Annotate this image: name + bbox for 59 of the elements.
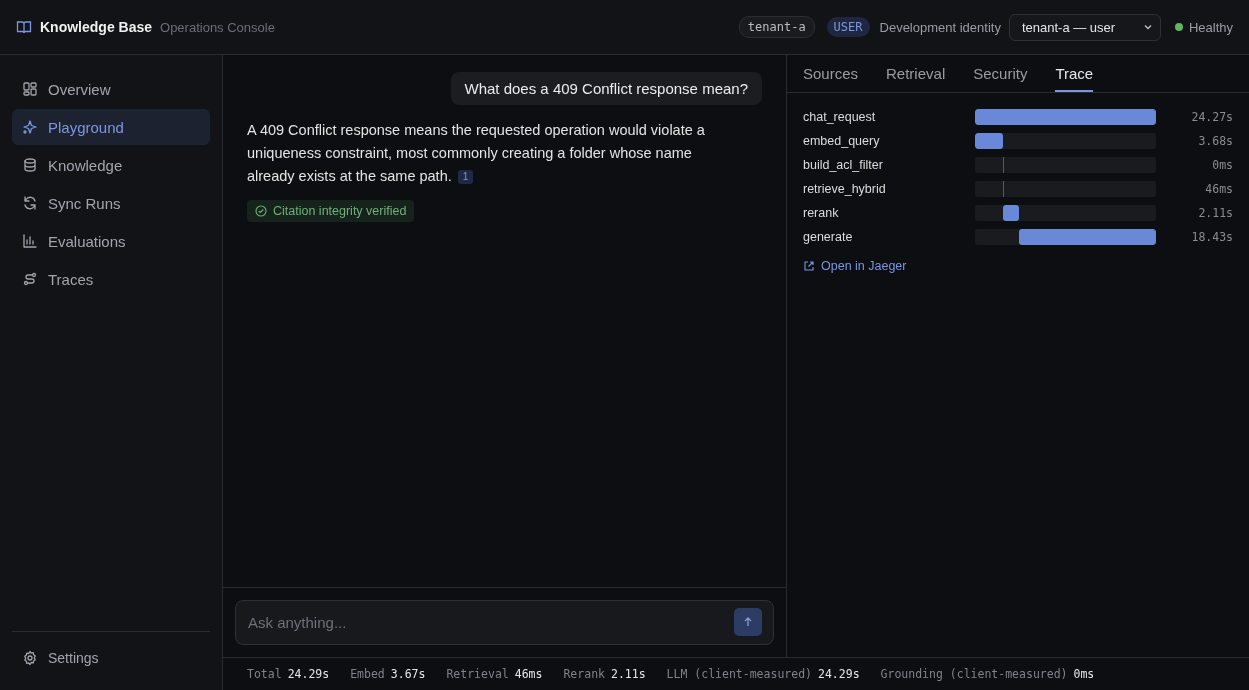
user-message: What does a 409 Conflict response mean? [450,72,762,105]
sparkle-icon [22,119,38,135]
message-input[interactable]: Ask anything... [235,600,774,645]
external-link-icon [803,260,815,272]
metric-label: Total [247,667,282,681]
nav-item[interactable]: Playground [12,109,210,145]
bar-chart-icon [22,233,38,249]
settings-item[interactable]: Settings [12,640,210,676]
identity-select[interactable]: tenant-a — user [1008,13,1161,41]
arrow-up-icon [742,616,754,628]
span-duration: 18.43s [1190,230,1233,244]
nav-item[interactable]: Evaluations [12,223,210,259]
health-status: Healthy [1188,19,1233,35]
metric-value: 3.67s [390,667,426,681]
app-subtitle: Operations Console [160,19,275,35]
span-duration: 0ms [1211,158,1233,172]
span-name: embed_query [803,134,881,148]
metric-value: 0ms [1073,667,1095,681]
span-name: retrieve_hybrid [803,182,887,196]
span-name: rerank [803,206,840,220]
book-icon [16,19,32,35]
metric-value: 2.11s [611,667,646,681]
metric-label: Embed [350,667,385,681]
tenant-badge: tenant-a [738,16,815,38]
metric-label: Rerank [563,667,605,681]
sync-icon [22,195,38,211]
identity-label: Development identity [879,19,1001,35]
send-button[interactable] [734,608,762,636]
panel-tab[interactable]: Retrieval [886,55,946,92]
role-badge: USER [826,17,870,37]
span-name: generate [803,230,854,244]
route-icon [22,271,38,287]
settings-icon [22,650,38,666]
app-title: Knowledge Base [40,19,153,35]
nav-item[interactable]: Overview [12,71,210,107]
panel-tab[interactable]: Security [973,55,1028,92]
nav-item[interactable]: Traces [12,261,210,297]
metric-label: Grounding (client-measured) [880,667,1068,681]
span-duration: 24.27s [1190,110,1233,124]
nav-item[interactable]: Sync Runs [12,185,210,221]
span-duration: 3.68s [1197,134,1233,148]
grid-icon [22,81,38,97]
panel-tab[interactable]: Trace [1055,55,1094,92]
database-icon [22,157,38,173]
metric-value: 46ms [514,667,543,681]
span-duration: 2.11s [1197,206,1233,220]
metric-label: Retrieval [446,667,509,681]
metric-value: 24.29s [818,667,860,681]
span-name: chat_request [803,110,877,124]
span-name: build_acl_filter [803,158,884,172]
nav-item[interactable]: Knowledge [12,147,210,183]
span-duration: 46ms [1204,182,1233,196]
verified-badge: Citation integrity verified [247,200,415,222]
citation-marker[interactable]: 1 [457,170,474,185]
metric-value: 24.29s [287,667,330,681]
panel-tab[interactable]: Sources [803,55,859,92]
assistant-message: A 409 Conflict response means the requested operation would violate a uniqueness constraint, most commonly creating a folder whose name already exists at the same path. 1 [247,121,706,187]
metric-label: LLM (client-measured) [666,667,812,681]
open-in-jaeger-link[interactable]: Open in Jaeger [803,259,907,273]
